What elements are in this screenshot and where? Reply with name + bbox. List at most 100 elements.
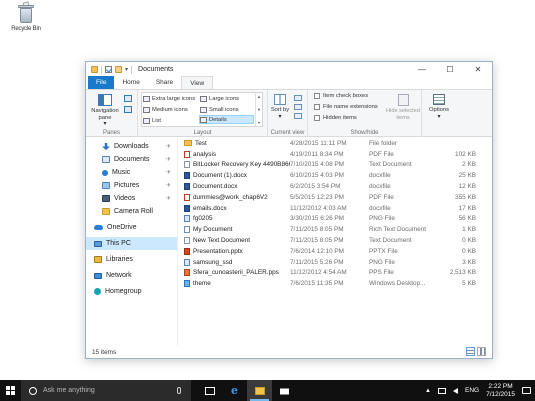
tab-view[interactable]: View: [181, 76, 214, 89]
pin-icon[interactable]: ✈: [166, 182, 171, 189]
file-name: Document.docx: [193, 183, 238, 191]
pin-icon[interactable]: ✈: [166, 195, 171, 202]
volume-icon[interactable]: [452, 387, 458, 394]
search-box[interactable]: Ask me anything: [21, 380, 191, 401]
png-file-icon: [184, 258, 190, 266]
layout-small-icons[interactable]: Small icons: [200, 105, 239, 114]
large-icons-view-icon[interactable]: [477, 347, 486, 356]
checkbox[interactable]: [314, 115, 320, 121]
nav-item-onedrive[interactable]: OneDrive: [86, 221, 177, 234]
navigation-pane-button[interactable]: Navigation pane ▾: [88, 94, 122, 128]
file-row[interactable]: emails.docx 11/12/2012 4:03 AM docxfile 17 …: [178, 203, 492, 214]
file-row[interactable]: dummies@work_chap6V2 5/5/2015 12:23 PM PDF…: [178, 192, 492, 203]
language-indicator[interactable]: ENG: [465, 387, 479, 394]
size-columns-icon[interactable]: [294, 113, 302, 119]
checkbox[interactable]: [314, 104, 320, 110]
file-row[interactable]: theme 7/6/2015 11:35 PM Windows Desktop...…: [178, 278, 492, 289]
preview-pane-icon[interactable]: [124, 95, 132, 102]
file-row[interactable]: analysis 4/19/2011 8:34 PM PDF File 102 KB: [178, 149, 492, 160]
item-count: 15 items: [92, 348, 117, 356]
chevron-down-icon[interactable]: ▼: [257, 107, 261, 112]
file-date: 5/5/2015 12:23 PM: [290, 193, 345, 201]
nav-item-downloads[interactable]: Downloads ✈: [86, 140, 177, 153]
file-row[interactable]: Document (1).docx 6/10/2015 4:03 PM docxfi…: [178, 170, 492, 181]
chevron-down-icon[interactable]: ▾: [125, 66, 128, 73]
tab-home[interactable]: Home: [114, 76, 147, 89]
nav-item-label: Libraries: [106, 256, 133, 263]
network-status-icon[interactable]: [437, 387, 446, 394]
pin-icon[interactable]: ✈: [166, 156, 171, 163]
explorer-body: Downloads ✈ Documents ✈ Music ✈ Pictures…: [86, 138, 492, 346]
layout-gallery-scroller[interactable]: ▲ ▼ ▾: [255, 93, 262, 126]
nav-item-camera-roll[interactable]: Camera Roll: [86, 205, 177, 218]
file-name-extensions-toggle[interactable]: File name extensions: [314, 104, 378, 110]
item-check-boxes-toggle[interactable]: Item check boxes: [314, 93, 368, 99]
layout-large-icons[interactable]: Large icons: [200, 94, 239, 103]
layout-list[interactable]: List: [143, 116, 161, 125]
homegroup-icon: [94, 288, 101, 295]
documents-icon: [102, 156, 110, 163]
pin-icon[interactable]: ✈: [166, 169, 171, 176]
details-view-icon[interactable]: [466, 347, 475, 356]
file-row[interactable]: samsung_ssd 7/11/2015 5:26 PM PNG File 3 KB: [178, 257, 492, 268]
file-row[interactable]: fg0205 3/30/2015 6:26 PM PNG File 56 KB: [178, 214, 492, 225]
pin-icon[interactable]: ✈: [166, 143, 171, 150]
properties-icon[interactable]: [105, 66, 112, 73]
file-row[interactable]: Document.docx 6/2/2015 3:54 PM docxfile 12 …: [178, 181, 492, 192]
maximize-button[interactable]: ☐: [436, 62, 464, 77]
new-folder-icon[interactable]: [115, 66, 122, 73]
options-button[interactable]: Options ▾: [426, 94, 452, 120]
add-columns-icon[interactable]: [294, 104, 302, 110]
checkbox[interactable]: [314, 93, 320, 99]
hide-selected-items-icon: [397, 94, 409, 106]
chevron-up-icon[interactable]: ▲: [257, 94, 261, 99]
minimize-button[interactable]: —: [408, 62, 436, 77]
layout-details[interactable]: Details: [199, 115, 254, 124]
edge-button[interactable]: e: [222, 380, 247, 401]
action-center-icon[interactable]: [522, 387, 531, 394]
start-button[interactable]: [0, 380, 21, 401]
nav-item-network[interactable]: Network: [86, 269, 177, 282]
file-row[interactable]: Presentation.pptx 7/6/2014 12:10 PM PPTX F…: [178, 246, 492, 257]
file-row[interactable]: My Document 7/11/2015 8:05 PM Rich Text Do…: [178, 224, 492, 235]
file-row[interactable]: Sfera_cunoasterii_PALER.pps 11/12/2012 4:…: [178, 268, 492, 279]
file-row[interactable]: BitLocker Recovery Key 4490B866-1D42-4..…: [178, 160, 492, 171]
file-explorer-button[interactable]: [247, 380, 272, 401]
nav-item-libraries[interactable]: Libraries: [86, 253, 177, 266]
hide-selected-items-button[interactable]: Hide selected items: [386, 94, 420, 121]
more-icon[interactable]: ▾: [258, 120, 260, 125]
show-hidden-icons-icon[interactable]: ▲: [425, 388, 431, 394]
file-date: 3/30/2015 6:26 PM: [290, 215, 345, 223]
close-button[interactable]: ✕: [464, 62, 492, 77]
details-pane-icon[interactable]: [124, 106, 132, 113]
hidden-items-toggle[interactable]: Hidden items: [314, 115, 357, 121]
layout-extra-large-icons[interactable]: Extra large icons: [143, 94, 195, 103]
nav-item-pictures[interactable]: Pictures ✈: [86, 179, 177, 192]
task-view-button[interactable]: [197, 380, 222, 401]
recycle-bin-shortcut[interactable]: Recycle Bin: [4, 1, 48, 32]
file-size: 1 KB: [462, 226, 476, 234]
nav-item-music[interactable]: Music ✈: [86, 166, 177, 179]
group-by-icon[interactable]: [294, 95, 302, 101]
file-name: theme: [193, 280, 211, 288]
nav-item-this-pc[interactable]: This PC: [86, 237, 177, 250]
layout-medium-icons[interactable]: Medium icons: [143, 105, 188, 114]
file-name-cell: dummies@work_chap6V2: [178, 193, 290, 201]
file-type: docxfile: [369, 172, 391, 180]
file-name-cell: analysis: [178, 150, 290, 158]
file-row[interactable]: Test 4/28/2015 11:11 PM File folder: [178, 138, 492, 149]
tab-file[interactable]: File: [88, 76, 115, 89]
view-switcher: [466, 347, 486, 356]
microphone-icon[interactable]: [177, 387, 181, 394]
store-button[interactable]: [272, 380, 297, 401]
nav-item-documents[interactable]: Documents ✈: [86, 153, 177, 166]
file-type: Text Document: [369, 237, 412, 245]
clock[interactable]: 2:22 PM 7/12/2015: [486, 383, 515, 399]
tab-share[interactable]: Share: [148, 76, 181, 89]
file-row[interactable]: New Text Document 7/11/2015 8:05 PM Text D…: [178, 235, 492, 246]
sort-by-button[interactable]: Sort by ▾: [270, 94, 290, 120]
window-controls: — ☐ ✕: [408, 62, 492, 77]
nav-item-videos[interactable]: Videos ✈: [86, 192, 177, 205]
nav-item-homegroup[interactable]: Homegroup: [86, 285, 177, 298]
navigation-pane-icon: [98, 94, 112, 106]
